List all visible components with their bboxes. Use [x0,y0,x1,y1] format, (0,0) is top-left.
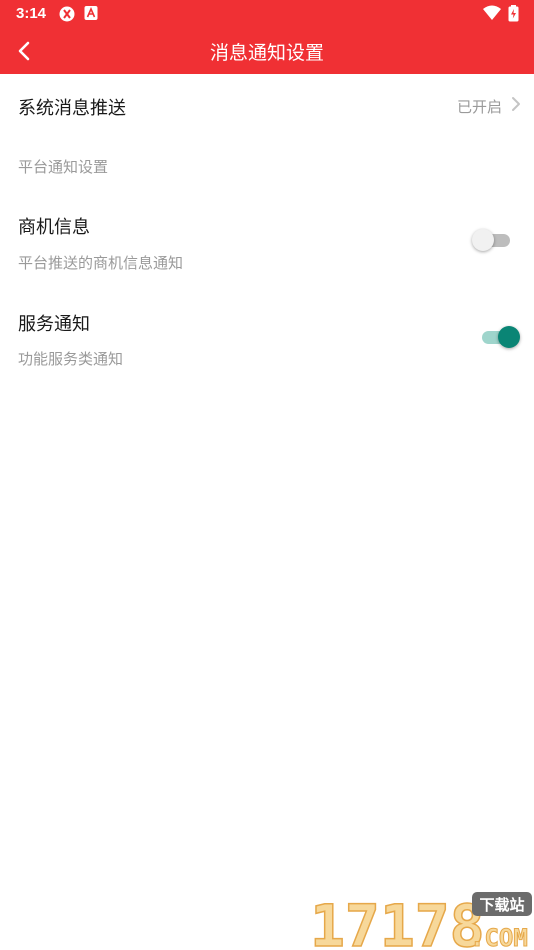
chevron-right-icon [512,97,520,111]
status-time: 3:14 [16,5,47,22]
watermark-badge: 下载站 [479,896,524,914]
page-title: 消息通知设置 [209,42,324,64]
service-notice-title: 服务通知 [18,314,90,335]
watermark-logo: 17178 下载站 .COM [310,891,532,950]
watermark-domain: .COM [470,924,528,950]
business-info-title: 商机信息 [18,217,90,238]
share-icon [59,6,75,22]
business-info-subtitle: 平台推送的商机信息通知 [18,254,184,272]
font-icon [84,6,98,20]
system-push-status: 已开启 [456,98,502,116]
service-notice-toggle[interactable] [478,323,520,351]
section-header: 平台通知设置 [18,158,109,176]
toggle-thumb [498,326,520,348]
toggle-thumb [472,229,494,251]
watermark-brand: 17178 [310,892,485,950]
business-info-toggle[interactable] [472,226,514,254]
battery-charging-icon [508,5,519,22]
system-push-row[interactable]: 系统消息推送 [0,74,534,134]
notification-settings-screen: 3:14 消息通知设置 系统消息推送 已开启 平台通知设置 商机信息 平台推送的… [0,0,534,950]
status-bar: 3:14 [0,0,534,28]
app-bar: 消息通知设置 [0,28,534,74]
system-push-title: 系统消息推送 [18,98,126,119]
service-notice-subtitle: 功能服务类通知 [18,350,124,368]
wifi-icon [483,5,501,20]
